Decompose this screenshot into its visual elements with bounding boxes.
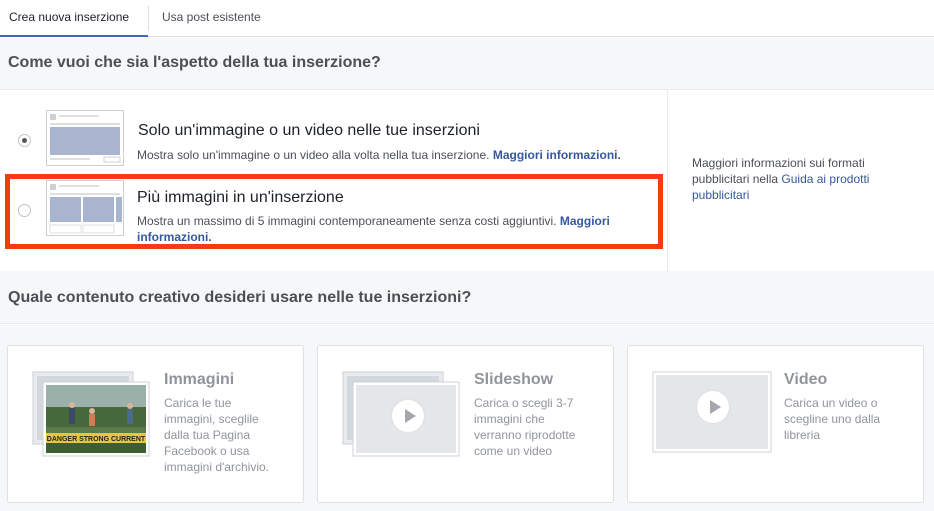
card-video[interactable]: Video Carica un video o scegline uno dal… [627,345,924,503]
format-option-single-title: Solo un'immagine o un video nelle tue in… [138,122,480,139]
images-thumbnail-icon: DANGER STRONG CURRENT [32,371,150,457]
single-image-preview-icon [46,110,124,166]
tab-create-new-ad[interactable]: Crea nuova inserzione [0,0,148,37]
tab-bar: Crea nuova inserzione Usa post esistente [0,0,934,37]
play-icon [696,390,730,424]
card-images-description: Carica le tue immagini, sceglile dalla t… [164,396,269,474]
card-slideshow-title: Slideshow [474,371,554,388]
card-images-title: Immagini [164,371,235,388]
sample-image-sign-text: DANGER STRONG CURRENT [47,436,146,443]
card-images[interactable]: DANGER STRONG CURRENT Immagini Carica le… [7,345,304,503]
radio-single-image[interactable] [18,134,31,147]
learn-more-link-single[interactable]: Maggiori informazioni. [493,148,621,162]
highlight-box [5,174,663,249]
card-video-title: Video [784,371,828,388]
creative-options: DANGER STRONG CURRENT Immagini Carica le… [0,325,934,511]
format-option-single-description: Mostra solo un'immagine o un video alla … [137,148,621,162]
format-option-single[interactable]: Solo un'immagine o un video nelle tue in… [0,90,667,174]
tab-divider [148,5,149,31]
card-slideshow-description: Carica o scegli 3-7 immagini che verrann… [474,396,576,458]
tab-use-existing-post[interactable]: Usa post esistente [150,0,261,37]
creative-section-heading: Quale contenuto creativo desideri usare … [0,271,934,324]
card-slideshow[interactable]: Slideshow Carica o scegli 3-7 immagini c… [317,345,614,503]
play-icon [391,399,425,433]
format-section-heading: Come vuoi che sia l'aspetto della tua in… [0,38,934,90]
ad-formats-info: Maggiori informazioni sui formati pubbli… [667,90,934,271]
card-video-description: Carica un video o scegline uno dalla lib… [784,396,881,442]
